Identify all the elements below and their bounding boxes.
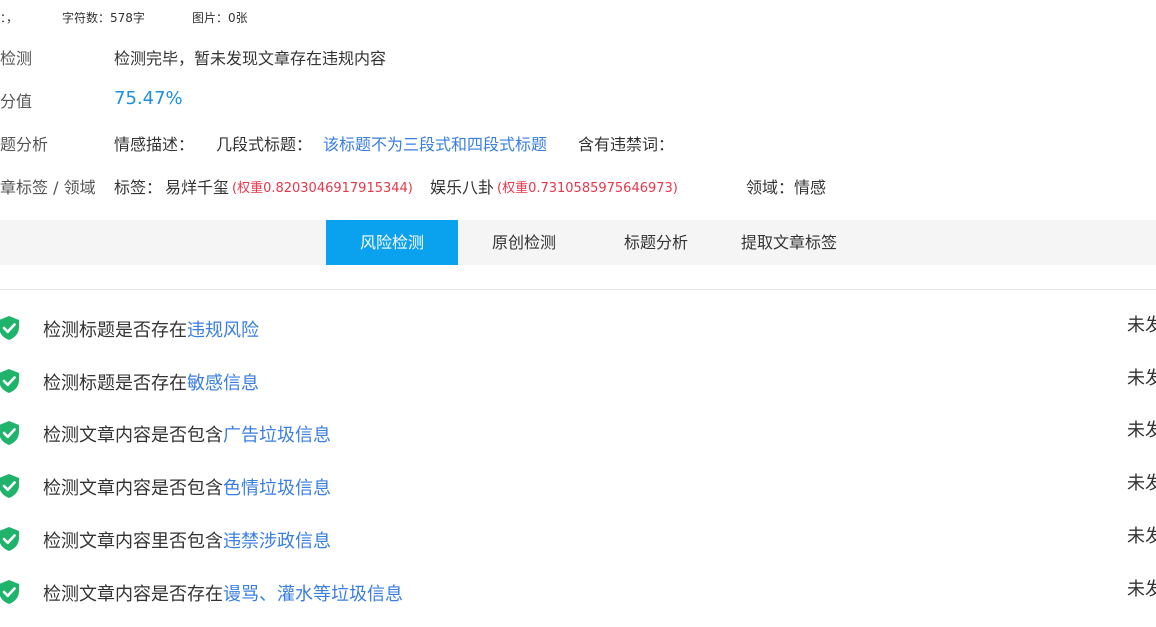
check-item: 检测标题是否存在违规风险 未发 bbox=[0, 313, 1156, 343]
check-text: 检测文章内容里否包含违禁涉政信息 bbox=[43, 527, 331, 553]
check-link[interactable]: 广告垃圾信息 bbox=[223, 425, 331, 446]
risk-result: 检测完毕，暂未发现文章存在违规内容 bbox=[114, 49, 387, 68]
tab-extract-tags[interactable]: 提取文章标签 bbox=[722, 220, 856, 265]
check-text: 检测文章内容是否包含广告垃圾信息 bbox=[43, 421, 331, 447]
check-prefix: 检测文章内容是否包含 bbox=[43, 478, 223, 499]
check-status: 未发 bbox=[1127, 368, 1156, 389]
shield-check-icon bbox=[0, 580, 19, 604]
emotion-label: 情感描述： bbox=[114, 135, 195, 154]
tab-risk-detection[interactable]: 风险检测 bbox=[326, 220, 458, 265]
check-link[interactable]: 色情垃圾信息 bbox=[223, 478, 331, 499]
score-label: 分值 bbox=[0, 92, 33, 111]
check-item: 检测文章内容是否包含色情垃圾信息 未发 bbox=[0, 471, 1156, 501]
check-status: 未发 bbox=[1127, 473, 1156, 494]
image-count: 图片：0张 bbox=[192, 11, 248, 25]
check-status: 未发 bbox=[1127, 579, 1156, 600]
tab-original-detection[interactable]: 原创检测 bbox=[458, 220, 590, 265]
risk-label: 检测 bbox=[0, 49, 33, 68]
check-text: 检测标题是否存在违规风险 bbox=[43, 316, 259, 342]
check-status: 未发 bbox=[1127, 315, 1156, 336]
shield-check-icon bbox=[0, 474, 19, 498]
tags-label: 章标签 / 领域 bbox=[0, 178, 96, 197]
tag-prefix: 标签： bbox=[114, 178, 163, 197]
check-item: 检测文章内容是否存在谩骂、灌水等垃圾信息 未发 bbox=[0, 577, 1156, 607]
char-count: 字符数：578字 bbox=[62, 11, 145, 25]
check-prefix: 检测标题是否存在 bbox=[43, 320, 187, 341]
shield-check-icon bbox=[0, 527, 19, 551]
check-link[interactable]: 谩骂、灌水等垃圾信息 bbox=[223, 584, 403, 605]
title-analysis-label: 题分析 bbox=[0, 135, 49, 154]
tag-2-name: 娱乐八卦 bbox=[430, 178, 495, 197]
check-status: 未发 bbox=[1127, 420, 1156, 441]
tag-1-name: 易烊千玺 bbox=[165, 178, 230, 197]
check-prefix: 检测文章内容是否存在 bbox=[43, 584, 223, 605]
check-item: 检测文章内容里否包含违禁涉政信息 未发 bbox=[0, 524, 1156, 554]
shield-check-icon bbox=[0, 421, 19, 445]
meta-prefix: ：， bbox=[0, 11, 19, 25]
domain-value: 领域：情感 bbox=[746, 178, 827, 197]
tag-1-weight: (权重0.8203046917915344) bbox=[232, 181, 413, 196]
check-item: 检测文章内容是否包含广告垃圾信息 未发 bbox=[0, 418, 1156, 448]
check-prefix: 检测文章内容是否包含 bbox=[43, 425, 223, 446]
check-text: 检测标题是否存在敏感信息 bbox=[43, 369, 259, 395]
check-prefix: 检测文章内容里否包含 bbox=[43, 531, 223, 552]
check-text: 检测文章内容是否存在谩骂、灌水等垃圾信息 bbox=[43, 580, 403, 606]
check-link[interactable]: 违禁涉政信息 bbox=[223, 531, 331, 552]
multi-title-value: 该标题不为三段式和四段式标题 bbox=[323, 135, 548, 154]
multi-title-label: 几段式标题： bbox=[216, 135, 313, 154]
score-value: 75.47% bbox=[114, 88, 183, 109]
check-status: 未发 bbox=[1127, 526, 1156, 547]
check-link[interactable]: 违规风险 bbox=[187, 320, 259, 341]
tab-bar: 风险检测 原创检测 标题分析 提取文章标签 bbox=[0, 220, 1156, 265]
check-text: 检测文章内容是否包含色情垃圾信息 bbox=[43, 474, 331, 500]
banned-words-label: 含有违禁词： bbox=[578, 135, 675, 154]
divider bbox=[0, 289, 1156, 290]
tab-title-analysis[interactable]: 标题分析 bbox=[590, 220, 722, 265]
tag-2-weight: (权重0.7310585975646973) bbox=[497, 181, 678, 196]
shield-check-icon bbox=[0, 369, 19, 393]
check-link[interactable]: 敏感信息 bbox=[187, 373, 259, 394]
shield-check-icon bbox=[0, 316, 19, 340]
check-prefix: 检测标题是否存在 bbox=[43, 373, 187, 394]
check-item: 检测标题是否存在敏感信息 未发 bbox=[0, 366, 1156, 396]
